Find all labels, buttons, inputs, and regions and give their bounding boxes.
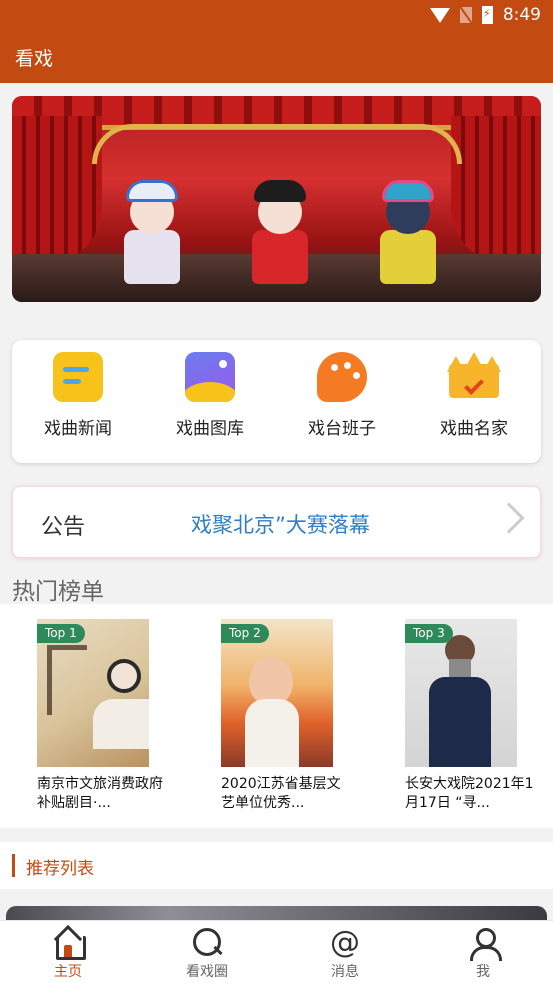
section-accent-bar [12,854,15,877]
menu-item-troupe[interactable]: 戏台班子 [282,352,402,439]
rank-badge: Top 1 [37,624,85,643]
tab-label: 我 [476,964,490,980]
category-menu: 戏曲新闻 戏曲图库 戏台班子 戏曲名家 [12,340,541,463]
status-icons: 8:49 [429,5,541,25]
poster-image: Top 3 [405,619,517,767]
poster-image: Top 1 [37,619,149,767]
app-title: 看戏 [15,48,54,70]
hot-item[interactable]: Top 1 南京市文旅消费政府补贴剧目·... [37,619,177,813]
hot-item[interactable]: Top 2 2020江苏省基层文艺单位优秀... [221,619,361,813]
hot-list: Top 1 南京市文旅消费政府补贴剧目·... Top 2 2020江苏省基层文… [0,604,553,828]
status-time: 8:49 [502,5,541,25]
announcement-text[interactable]: 戏聚北京”大赛落幕 [191,509,370,539]
search-icon [191,927,223,959]
menu-label: 戏曲名家 [440,419,508,439]
status-bar: 8:49 [0,0,553,32]
menu-label: 戏台班子 [308,419,376,439]
hot-item[interactable]: Top 3 长安大戏院2021年1月17日 “寻... [405,619,545,813]
menu-label: 戏曲新闻 [44,419,112,439]
menu-item-opera-news[interactable]: 戏曲新闻 [18,352,138,439]
home-icon [52,927,86,960]
announcement-bar[interactable]: 公告 戏聚北京”大赛落幕 [12,486,541,558]
gold-arch [92,124,462,164]
at-sign-icon: @ [330,925,360,960]
crown-icon [447,352,501,402]
tab-opera-circle[interactable]: 看戏圈 [162,927,252,981]
hot-item-caption: 2020江苏省基层文艺单位优秀... [221,776,341,811]
menu-item-masters[interactable]: 戏曲名家 [414,352,534,439]
tab-label: 看戏圈 [186,964,228,980]
recommend-header: 推荐列表 [0,842,553,889]
opera-figure-left [124,180,180,284]
opera-figure-right [380,180,436,284]
news-icon [53,352,103,402]
hot-item-caption: 南京市文旅消费政府补贴剧目·... [37,776,163,811]
opera-figure-center [252,180,308,284]
tab-label: 消息 [331,964,359,980]
rank-badge: Top 2 [221,624,269,643]
curtain-right [451,116,541,266]
app-bar: 看戏 [0,32,553,83]
tab-me[interactable]: 我 [438,927,528,981]
menu-item-opera-gallery[interactable]: 戏曲图库 [150,352,270,439]
gallery-icon [185,352,235,402]
menu-label: 戏曲图库 [176,419,244,439]
palette-icon [317,352,367,402]
user-icon [467,927,502,961]
tab-messages[interactable]: @ 消息 [300,927,390,981]
bottom-tab-bar: 主页 看戏圈 @ 消息 我 [0,920,553,983]
hot-list-title: 热门榜单 [12,579,104,605]
wifi-icon [429,7,450,23]
banner-carousel[interactable] [12,96,541,302]
chevron-right-icon [493,502,525,534]
tab-label: 主页 [54,964,82,980]
poster-image: Top 2 [221,619,333,767]
recommend-title: 推荐列表 [26,859,94,879]
tab-home[interactable]: 主页 [23,927,113,981]
no-sim-icon [459,7,472,23]
rank-badge: Top 3 [405,624,453,643]
hot-item-caption: 长安大戏院2021年1月17日 “寻... [405,776,534,811]
battery-charging-icon [481,6,493,24]
announcement-label: 公告 [41,515,86,540]
curtain-left [12,116,102,266]
